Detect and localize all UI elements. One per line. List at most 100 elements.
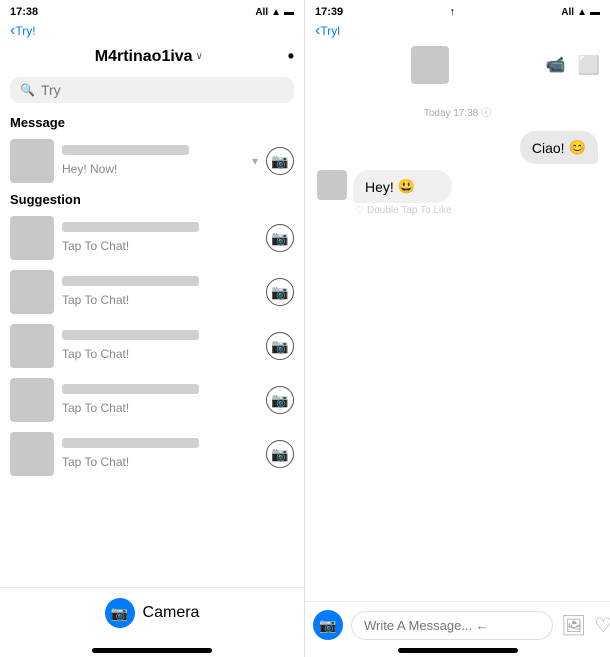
camera-symbol: 📷 [271,446,288,463]
dropdown-icon: ▾ [252,154,258,168]
camera-icon-blue: 📷 [111,605,128,622]
left-panel: 17:38 All ▲ ▬ ‹ Try! M4rtinao1iva ∨ • 🔍 … [0,0,305,657]
heart-icon: ♡ [355,205,364,216]
wifi-icon-left: ▲ [271,7,281,18]
camera-symbol: 📷 [271,392,288,409]
signal-left: All [255,7,268,18]
battery-icon-right: ▬ [590,7,600,18]
home-bar-left [92,648,212,653]
message-item-text: Hey! Now! [62,162,117,176]
item-name-bar [62,145,189,155]
suggestion-item-content-0: Tap To Chat! [62,222,258,255]
bubble-right[interactable]: Ciao! 😊 [520,131,598,164]
bottom-bar-left: 📷 Camera [0,587,304,648]
double-tap-text: Double Tap To Like [367,205,452,216]
item-name-bar [62,276,199,286]
bubble-left-content: Hey! 😃 ♡ Double Tap To Like [353,170,452,216]
bubble-right-text: Ciao! [532,140,565,156]
camera-icon-suggestion-3[interactable]: 📷 [266,386,294,414]
header-right: 📹 ⬜ [305,42,610,90]
camera-icon-suggestion-0[interactable]: 📷 [266,224,294,252]
bubble-left-row: Hey! 😃 ♡ Double Tap To Like [317,170,598,216]
username-container: M4rtinao1iva ∨ [10,48,288,66]
message-item[interactable]: Hey! Now! ▾ 📷 [0,134,304,188]
search-bar[interactable]: 🔍 [10,77,294,103]
heart-input-icon[interactable]: ♡ [594,613,610,638]
info-icon[interactable]: ⬜ [578,55,600,76]
search-input[interactable] [41,82,284,98]
status-icons-left: All ▲ ▬ [255,7,294,18]
camera-icon-message[interactable]: 📷 [266,147,294,175]
time-left: 17:38 [10,6,38,18]
search-icon: 🔍 [20,83,35,97]
suggestion-section-label: Suggestion [0,188,304,211]
camera-symbol: 📷 [271,284,288,301]
nav-back-right[interactable]: ‹ Tryl [305,22,610,42]
suggestion-item-content-2: Tap To Chat! [62,330,258,363]
avatar [10,139,54,183]
message-section-label: Message [0,111,304,134]
camera-symbol: 📷 [271,338,288,355]
suggestion-item-content-4: Tap To Chat! [62,438,258,471]
header-right-actions: 📹 ⬜ [546,55,600,76]
signal-right: All [561,7,574,18]
bubble-left-text: Hey! [365,179,394,195]
camera-label: Camera [143,604,200,622]
avatar [10,324,54,368]
suggestion-item-1[interactable]: Tap To Chat! 📷 [0,265,304,319]
message-item-content: Hey! Now! [62,145,244,178]
suggestion-item-4[interactable]: Tap To Chat! 📷 [0,427,304,481]
suggestion-item-text-2: Tap To Chat! [62,347,129,361]
suggestion-item-0[interactable]: Tap To Chat! 📷 [0,211,304,265]
camera-button-right[interactable]: 📷 [313,610,343,640]
camera-icon-suggestion-1[interactable]: 📷 [266,278,294,306]
avatar-header-container [315,46,546,84]
suggestion-item-text-0: Tap To Chat! [62,239,129,253]
suggestion-item-text-3: Tap To Chat! [62,401,129,415]
location-arrow-icon: ↑ [449,6,455,18]
suggestion-item-3[interactable]: Tap To Chat! 📷 [0,373,304,427]
time-right: 17:39 [315,6,343,18]
bottom-bar-right: 📷 🖼 ♡ [305,601,610,644]
chevron-down-icon[interactable]: ∨ [196,51,203,62]
camera-icon-suggestion-4[interactable]: 📷 [266,440,294,468]
suggestion-item-2[interactable]: Tap To Chat! 📷 [0,319,304,373]
message-input[interactable] [351,611,553,640]
bubble-right-emoji: 😊 [569,139,586,156]
double-tap-hint: ♡ Double Tap To Like [355,205,452,216]
wifi-icon-right: ▲ [577,7,587,18]
header-dots[interactable]: • [288,46,294,67]
item-name-bar [62,330,199,340]
camera-symbol: 📷 [271,153,288,170]
status-bar-left: 17:38 All ▲ ▬ [0,0,304,22]
sender-avatar [317,170,347,200]
video-icon[interactable]: 📹 [546,55,566,76]
nav-back-left[interactable]: ‹ Try! [0,22,304,42]
camera-icon-suggestion-2[interactable]: 📷 [266,332,294,360]
bubble-left-emoji: 😃 [398,178,415,195]
status-icons-right: All ▲ ▬ [561,7,600,18]
avatar [10,216,54,260]
chat-avatar-header [411,46,449,84]
battery-icon-left: ▬ [284,7,294,18]
suggestion-item-content-1: Tap To Chat! [62,276,258,309]
camera-icon-blue-right: 📷 [319,617,336,634]
avatar [10,378,54,422]
back-label-right: Tryl [320,24,340,38]
status-bar-right: 17:39 ↑ All ▲ ▬ [305,0,610,22]
avatar [10,270,54,314]
home-bar-right [398,648,518,653]
item-name-bar [62,384,199,394]
bubble-left[interactable]: Hey! 😃 [353,170,452,203]
camera-symbol: 📷 [271,230,288,247]
suggestion-item-content-3: Tap To Chat! [62,384,258,417]
item-name-bar [62,222,199,232]
header-left: M4rtinao1iva ∨ • [0,42,304,73]
avatar [10,432,54,476]
suggestion-item-text-4: Tap To Chat! [62,455,129,469]
username: M4rtinao1iva [95,48,193,66]
message-item-icons: ▾ 📷 [252,147,294,175]
camera-button-left[interactable]: 📷 [105,598,135,628]
image-icon[interactable]: 🖼 [561,613,586,638]
suggestion-item-text-1: Tap To Chat! [62,293,129,307]
